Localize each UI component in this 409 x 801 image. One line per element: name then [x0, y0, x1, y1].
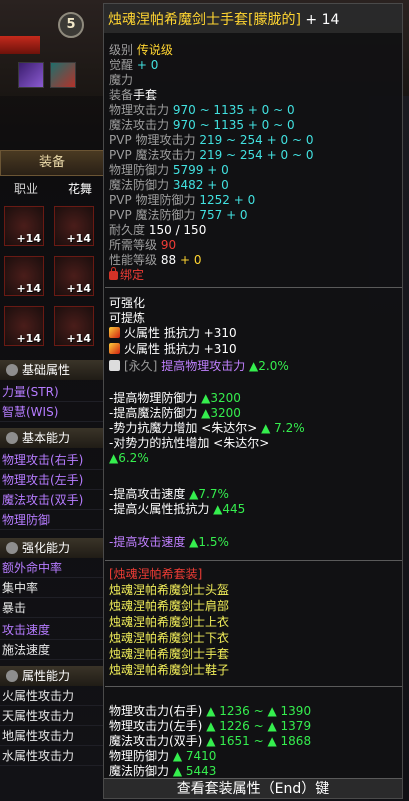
lock-icon: [109, 267, 118, 280]
section-basic-ability: 基本能力: [0, 428, 104, 448]
set-item: 烛魂涅帕希魔剑士下衣: [109, 631, 230, 645]
item-tooltip: 烛魂涅帕希魔剑士手套[朦胧的] + 14 级别 传说级 觉醒 + 0 魔力 装备…: [103, 3, 403, 799]
divider: [105, 686, 402, 687]
section-enhance: 强化能力: [0, 538, 104, 558]
compare-row: 魔法防御力 ▲ 5443: [109, 764, 217, 778]
option-value: ▲6.2%: [109, 451, 149, 465]
option-row: -势力抗魔力增加 <朱达尔> ▲ 7.2%: [109, 421, 305, 435]
stat-str: 力量(STR): [0, 382, 104, 402]
stat-earth-atk: 地属性攻击力: [0, 726, 104, 746]
stat-water-atk: 水属性攻击力: [0, 746, 104, 766]
buff-icon[interactable]: [50, 62, 76, 88]
fire-icon: [109, 327, 120, 338]
durability-row: 耐久度 150 / 150: [109, 223, 207, 237]
compare-row: 物理攻击力(右手) ▲ 1236 ~ ▲ 1390: [109, 704, 312, 718]
equipment-slot[interactable]: +14: [4, 206, 44, 246]
stat-crit: 暴击: [0, 598, 104, 618]
hp-bar: [0, 36, 40, 54]
item-enhance-level: + 14: [305, 12, 340, 28]
stat-sky-atk: 天属性攻击力: [0, 706, 104, 726]
equipment-slot[interactable]: +14: [54, 256, 94, 296]
tab-equipment[interactable]: 装备: [0, 150, 104, 176]
permanent-icon: [109, 360, 120, 371]
mag-def-row: 魔法防御力 3482 + 0: [109, 178, 229, 192]
gear-icon: [6, 542, 18, 554]
option-row: -提高攻击速度 ▲1.5%: [109, 535, 229, 549]
equipment-slot[interactable]: +14: [4, 256, 44, 296]
set-item: 烛魂涅帕希魔剑士头盔: [109, 583, 230, 597]
fire-res-row: 火属性 抵抗力 +310: [109, 342, 237, 356]
section-basic-attributes: 基础属性: [0, 360, 104, 380]
can-refine: 可提炼: [109, 311, 146, 325]
set-item: 烛魂涅帕希魔剑士肩部: [109, 599, 230, 613]
slot-row: 装备手套: [109, 88, 158, 102]
section-attr-ability: 属性能力: [0, 666, 104, 686]
pvp-phys-atk-row: PVP 物理攻击力 219 ~ 254 + 0 ~ 0: [109, 133, 314, 147]
stat-focus: 集中率: [0, 578, 104, 598]
set-item: 烛魂涅帕希魔剑士上衣: [109, 615, 230, 629]
tooltip-header: 烛魂涅帕希魔剑士手套[朦胧的] + 14: [104, 4, 402, 33]
permanent-option-row: [永久] 提高物理攻击力 ▲2.0%: [109, 359, 289, 373]
mag-atk-row: 魔法攻击力 970 ~ 1135 + 0 ~ 0: [109, 118, 295, 132]
gear-icon: [6, 364, 18, 376]
level-badge: 5: [58, 12, 84, 38]
option-row: -对势力的抗性增加 <朱达尔>: [109, 436, 270, 450]
option-row: -提高物理防御力 ▲3200: [109, 391, 241, 405]
item-title: 烛魂涅帕希魔剑士手套[朦胧的] + 14: [108, 12, 340, 28]
pvp-phys-def-row: PVP 物理防御力 1252 + 0: [109, 193, 256, 207]
option-row: -提高魔法防御力 ▲3200: [109, 406, 241, 420]
stat-wis: 智慧(WIS): [0, 402, 104, 422]
buff-icon[interactable]: [18, 62, 44, 88]
bound-row: 绑定: [109, 267, 144, 282]
grade-row: 级别 传说级: [109, 43, 173, 57]
equipment-slot[interactable]: +14: [4, 306, 44, 346]
gear-icon: [6, 670, 18, 682]
pvp-mag-def-row: PVP 魔法防御力 757 + 0: [109, 208, 248, 222]
fire-res-row: 火属性 抵抗力 +310: [109, 326, 237, 340]
stat-atk-speed: 攻击速度: [0, 620, 104, 640]
stat-phys-def: 物理防御: [0, 510, 104, 530]
set-name: [烛魂涅帕希套装]: [109, 567, 203, 581]
stat-fire-atk: 火属性攻击力: [0, 686, 104, 706]
view-set-attributes-hint: 查看套装属性（End）键: [104, 778, 402, 798]
compare-row: 物理防御力 ▲ 7410: [109, 749, 217, 763]
stat-mag-atk: 魔法攻击(双手): [0, 490, 104, 510]
req-level-row: 所需等级 90: [109, 238, 177, 252]
divider: [105, 560, 402, 561]
option-row: -提高火属性抵抗力 ▲445: [109, 502, 246, 516]
compare-row: 魔法攻击力(双手) ▲ 1651 ~ ▲ 1868: [109, 734, 312, 748]
set-item: 烛魂涅帕希魔剑士手套: [109, 647, 230, 661]
tab-flower[interactable]: 花舞: [68, 180, 92, 197]
tab-class[interactable]: 职业: [14, 180, 38, 197]
equipment-slot[interactable]: +14: [54, 206, 94, 246]
awaken-row: 觉醒 + 0: [109, 58, 159, 72]
stat-phys-atk-left: 物理攻击(左手): [0, 470, 104, 490]
compare-row: 物理攻击力(左手) ▲ 1226 ~ ▲ 1379: [109, 719, 312, 733]
stat-phys-atk-right: 物理攻击(右手): [0, 450, 104, 470]
can-enhance: 可强化: [109, 296, 146, 310]
perf-level-row: 性能等级 88 + 0: [109, 253, 202, 267]
set-item: 烛魂涅帕希魔剑士鞋子: [109, 663, 230, 677]
option-row: -提高攻击速度 ▲7.7%: [109, 487, 229, 501]
pvp-mag-atk-row: PVP 魔法攻击力 219 ~ 254 + 0 ~ 0: [109, 148, 314, 162]
fire-icon: [109, 343, 120, 354]
phys-atk-row: 物理攻击力 970 ~ 1135 + 0 ~ 0: [109, 103, 295, 117]
gear-icon: [6, 432, 18, 444]
sub-tabs: 职业 花舞: [0, 178, 104, 198]
magic-row: 魔力: [109, 73, 134, 87]
divider: [105, 287, 402, 288]
stat-extra-hit: 额外命中率: [0, 558, 104, 578]
phys-def-row: 物理防御力 5799 + 0: [109, 163, 229, 177]
equipment-slot[interactable]: +14: [54, 306, 94, 346]
stat-cast-speed: 施法速度: [0, 640, 104, 660]
